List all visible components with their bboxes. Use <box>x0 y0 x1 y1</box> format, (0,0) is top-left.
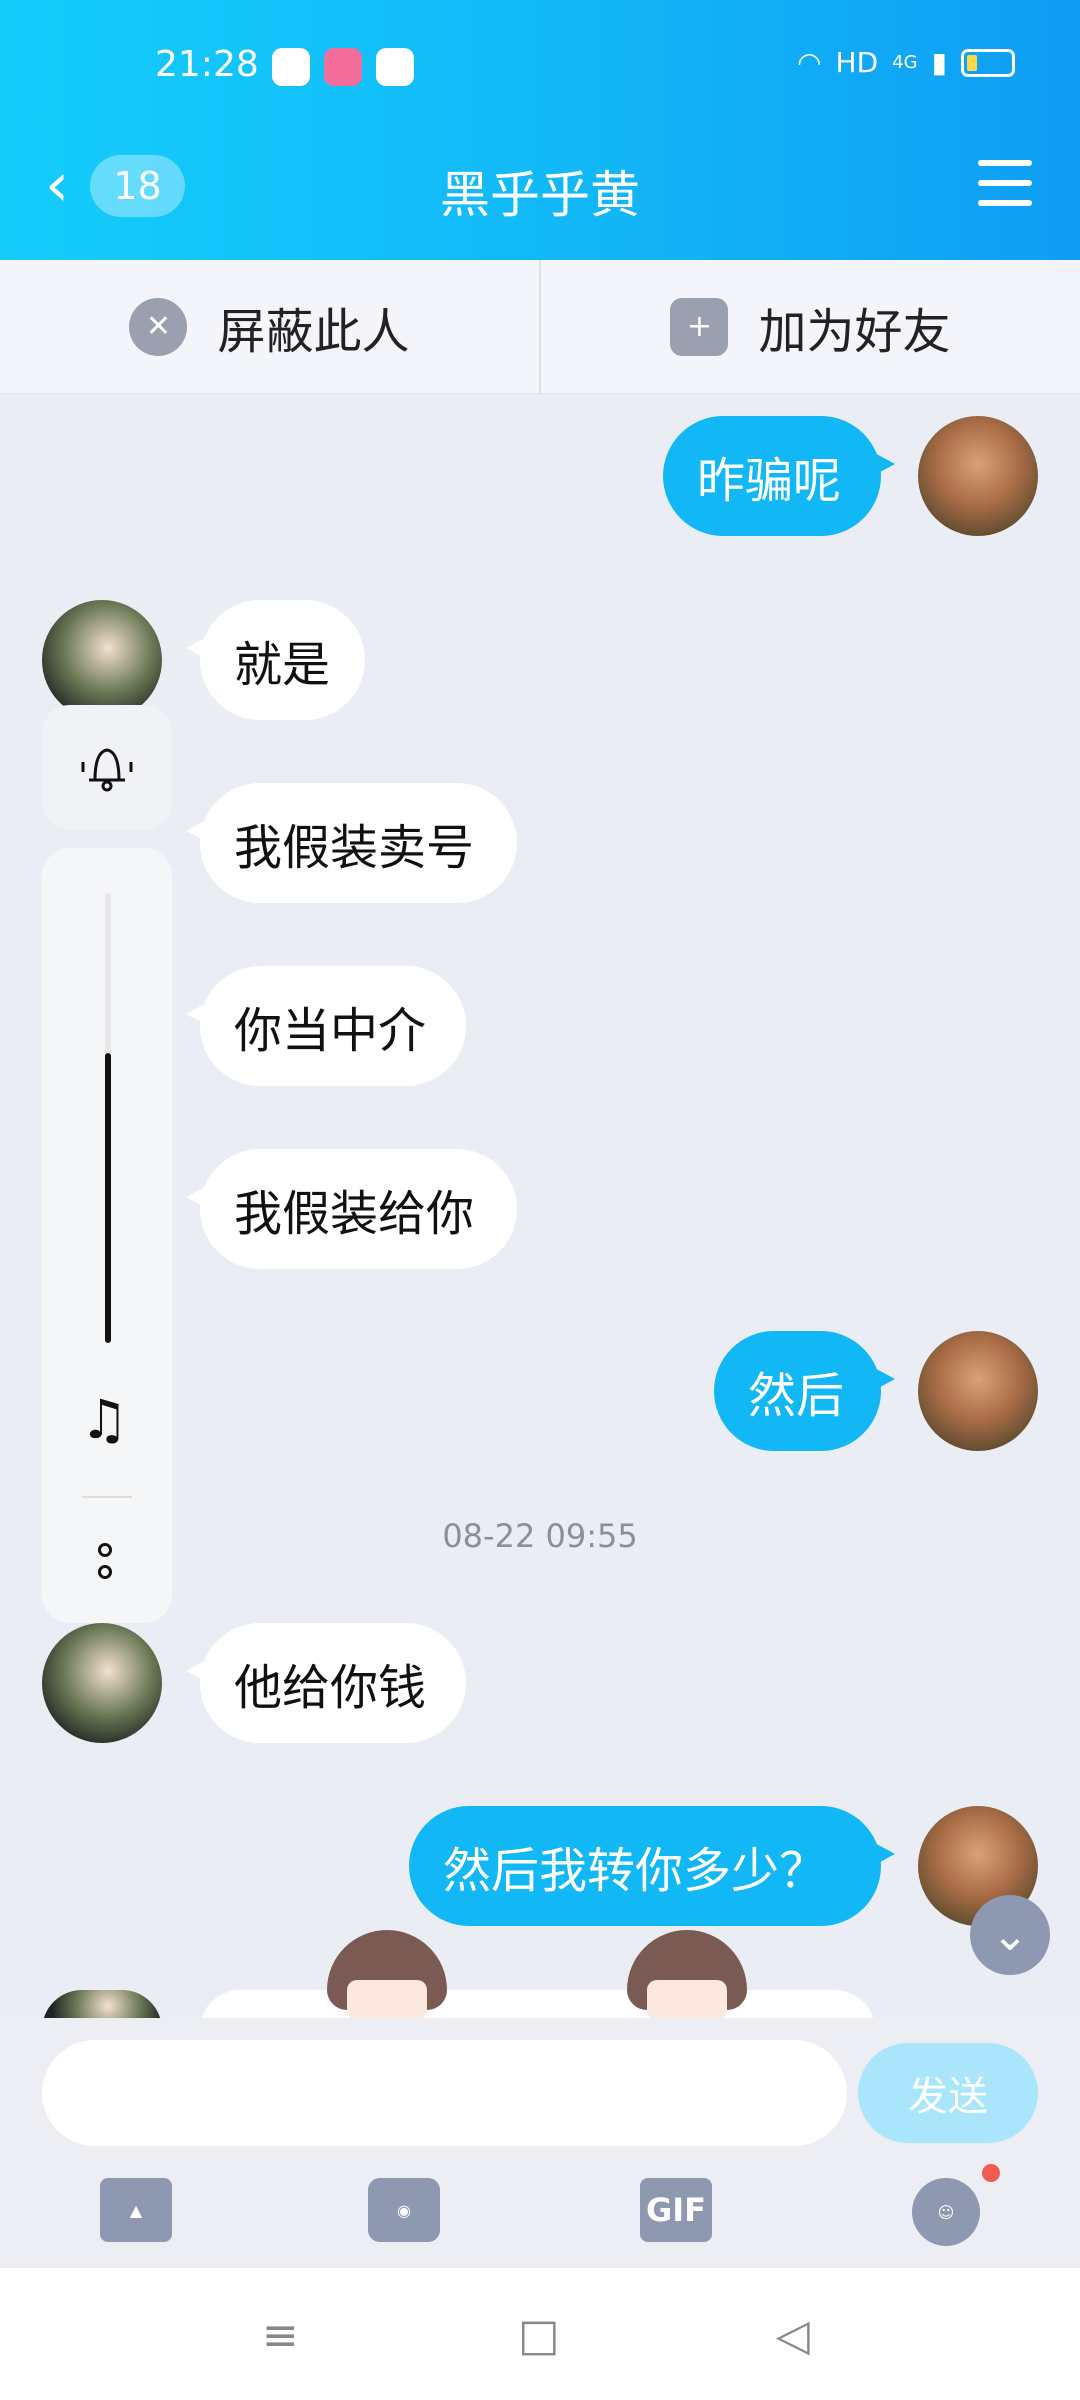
contact-avatar[interactable] <box>42 1623 162 1743</box>
message-bubble[interactable]: 我假装卖号 <box>186 783 517 903</box>
message-bubble[interactable]: 他给你钱 <box>186 1623 466 1743</box>
bell-icon[interactable] <box>42 705 172 830</box>
volume-slider-fill <box>105 1053 111 1343</box>
wifi-icon: ◠ <box>797 46 822 79</box>
action-bar: ✕ 屏蔽此人 + 加为好友 <box>0 260 1080 394</box>
emoji-icon[interactable]: ☺ <box>912 2178 980 2246</box>
battery-icon <box>961 48 1015 77</box>
camera-icon[interactable]: ◉ <box>368 2178 440 2242</box>
block-user-button[interactable]: ✕ 屏蔽此人 <box>0 260 541 393</box>
app-notification-icon: ● <box>272 48 310 86</box>
message-bubble[interactable]: 你当中介 <box>186 966 466 1086</box>
my-avatar[interactable] <box>918 1331 1038 1451</box>
signal-label: 4G <box>892 52 918 73</box>
panel-divider <box>82 1496 132 1498</box>
contact-avatar[interactable] <box>42 600 162 720</box>
gif-button[interactable]: GIF <box>640 2178 712 2242</box>
hamburger-menu-icon[interactable] <box>978 160 1032 206</box>
message-bubble[interactable]: 就是 <box>186 600 365 720</box>
block-user-label: 屏蔽此人 <box>217 303 410 360</box>
media-volume-panel: ♫ <box>42 848 172 1623</box>
photos-notification-icon: ✿ <box>376 48 414 86</box>
input-area: 发送 ▲ ◉ GIF ☺ <box>0 2018 1080 2268</box>
signal-bars-icon: ▮ <box>931 46 947 79</box>
message-bubble[interactable]: 昨骗呢 <box>663 416 895 536</box>
status-app-icons: ● ✿ <box>272 48 414 86</box>
chat-title: 黑乎乎黄 <box>440 166 640 224</box>
message-input[interactable] <box>42 2040 847 2146</box>
back-nav-icon[interactable]: ◁ <box>776 2310 810 2361</box>
home-icon[interactable]: □ <box>518 2310 560 2361</box>
system-nav-bar: ≡ □ ◁ <box>0 2268 1080 2400</box>
block-face-icon: ✕ <box>129 297 188 356</box>
message-bubble[interactable]: 然后我转你多少？ <box>409 1806 895 1926</box>
send-button[interactable]: 发送 <box>858 2043 1038 2143</box>
chat-header: 21:28 ● ✿ ◠ HD 4G ▮ ‹ 18 黑乎乎黄 <box>0 0 1080 260</box>
notification-dot <box>982 2164 1000 2182</box>
toolbar: ▲ ◉ GIF ☺ <box>0 2164 1080 2258</box>
recent-apps-icon[interactable]: ≡ <box>262 2310 299 2361</box>
my-avatar[interactable] <box>918 416 1038 536</box>
volume-slider[interactable] <box>105 893 111 1343</box>
status-time: 21:28 <box>155 44 259 85</box>
image-icon[interactable]: ▲ <box>100 2178 172 2242</box>
scroll-down-icon[interactable]: ⌄ <box>970 1895 1050 1975</box>
network-label: HD <box>835 46 879 79</box>
bilibili-notification-icon <box>324 48 362 86</box>
music-note-icon[interactable]: ♫ <box>80 1388 128 1451</box>
message-bubble[interactable]: 然后 <box>714 1331 895 1451</box>
status-right: ◠ HD 4G ▮ <box>797 46 1015 79</box>
add-friend-label: 加为好友 <box>758 303 951 360</box>
more-options-icon[interactable] <box>98 1543 118 1579</box>
add-friend-icon: + <box>670 297 729 356</box>
add-friend-button[interactable]: + 加为好友 <box>541 260 1080 393</box>
message-bubble[interactable]: 我假装给你 <box>186 1149 517 1269</box>
